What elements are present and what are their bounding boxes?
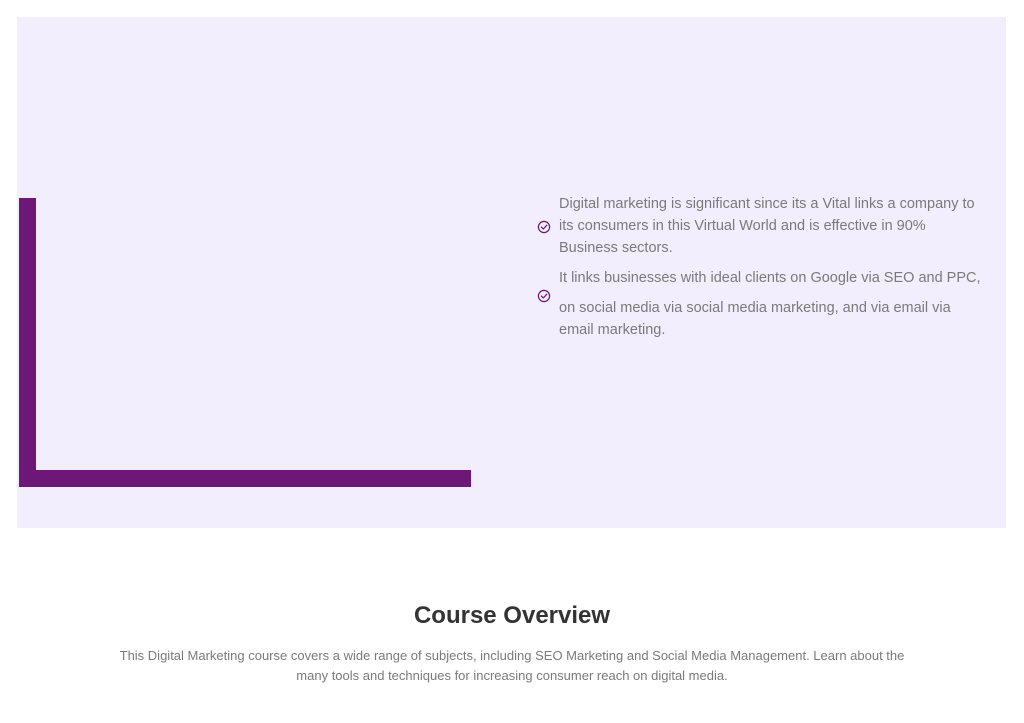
benefit-point-text: Digital marketing is significant since i… [559, 196, 975, 256]
check-circle-icon [537, 289, 551, 303]
benefit-point-text-continued: on social media via social media marketi… [559, 300, 951, 338]
hero-section: Digital marketing is significant since i… [17, 17, 1006, 528]
benefit-point-text: It links businesses with ideal clients o… [559, 270, 981, 286]
decorative-frame [19, 198, 471, 487]
course-overview-description: This Digital Marketing course covers a w… [119, 648, 905, 683]
check-circle-icon [537, 220, 551, 234]
course-overview-section: Course Overview This Digital Marketing c… [0, 596, 1024, 686]
benefit-points-list: Digital marketing is significant since i… [537, 193, 987, 341]
course-overview-title: Course Overview [413, 602, 611, 629]
benefit-point: It links businesses with ideal clients o… [537, 267, 987, 341]
benefit-point: Digital marketing is significant since i… [537, 193, 987, 259]
